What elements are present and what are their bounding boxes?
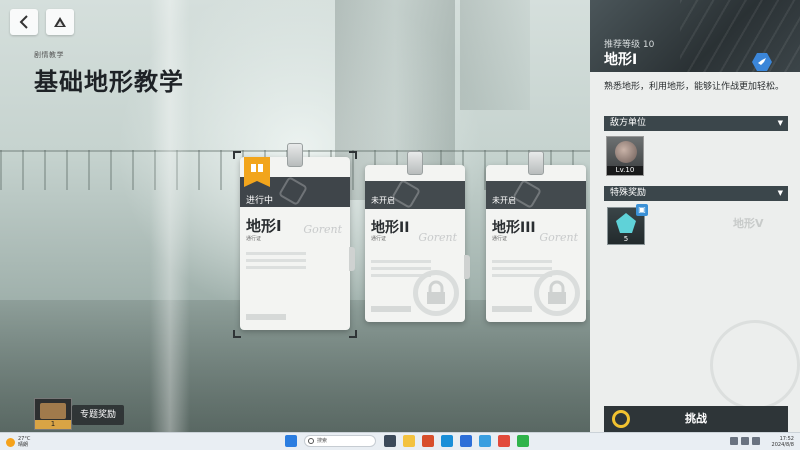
enemy-portrait [615,141,637,163]
special-reward-section-header[interactable]: 特殊奖励 ▼ [604,186,788,201]
topic-reward-item[interactable]: 1 [34,398,72,430]
selection-corner-bl [233,330,241,338]
lock-icon [413,270,459,316]
system-tray [727,437,760,445]
stage-detail-panel: 推荐等级 10 地形I 熟悉地形，利用地形，能够让作战更加轻松。 敌方单位 ▼ … [590,0,800,432]
back-button[interactable] [10,9,38,35]
office-icon[interactable] [422,435,434,447]
book-icon [251,164,263,172]
stage-card-2[interactable]: 未开启 地形II 通行证 Gorent [365,151,470,322]
stage-card-3[interactable]: 未开启 地形III 通行证 Gorent [486,151,586,322]
app-icon[interactable] [479,435,491,447]
home-button[interactable] [46,9,74,35]
ticket-icon [40,403,66,419]
clip-icon [528,151,544,175]
enemy-level: Lv.10 [607,166,643,175]
page-subtitle: 剧情教学 [34,51,64,59]
stage-description: 熟悉地形，利用地形，能够让作战更加轻松。 [604,82,785,92]
chevron-down-icon: ▼ [777,119,783,127]
clock-date: 2024/8/8 [771,442,794,448]
page-title: 基础地形教学 [34,68,184,96]
card-sub: 通行证 [492,236,508,242]
file-explorer-icon[interactable] [403,435,415,447]
clip-icon [287,143,303,167]
card-signature: Gorent [303,223,342,236]
stage-card-1[interactable]: 进行中 地形I 通行证 Gorent [240,143,355,330]
wifi-icon[interactable] [741,437,749,445]
store-icon[interactable] [460,435,472,447]
enemy-section-label: 敌方单位 [610,118,647,128]
ring-icon [612,410,630,428]
search-icon [308,438,314,444]
card-text-lines [246,252,306,272]
challenge-button[interactable]: 挑战 [604,406,788,432]
card-side-tab [464,255,470,279]
reward-quantity: 5 [623,235,629,243]
lock-icon [534,270,580,316]
challenge-label: 挑战 [685,412,707,425]
special-reward-label: 特殊奖励 [610,188,647,198]
card-sub: 通行证 [371,236,387,242]
chevron-left-icon [19,15,28,29]
reward-count: 1 [35,420,71,429]
search-label: 搜索 [317,438,328,444]
weather-desc: 晴朗 [18,442,29,448]
clock[interactable]: 17:52 2024/8/8 [772,436,794,448]
card-name: 地形III [492,220,536,236]
gift-icon: ▣ [636,204,648,216]
card-footer [492,306,532,312]
game-app-icon[interactable] [498,435,510,447]
ghost-stage-label: 地形V [733,217,764,230]
gem-icon [616,213,636,233]
weather-widget[interactable]: 27°C 晴朗 [6,436,30,448]
selection-corner-br [349,330,357,338]
card-sub: 通行证 [246,236,262,242]
start-icon[interactable] [285,435,297,447]
card-side-tab [349,247,355,271]
card-signature: Gorent [539,231,578,244]
triangle-home-icon [54,17,66,27]
stage-name: 地形I [604,52,638,68]
card-footer [371,306,411,312]
card-status: 未开启 [492,196,516,205]
card-name: 地形II [371,220,410,236]
enemy-section-header[interactable]: 敌方单位 ▼ [604,116,788,131]
header-art [680,0,800,72]
emblem-watermark [710,320,800,410]
card-status: 未开启 [371,196,395,205]
topic-reward-button[interactable]: 专题奖励 [72,405,125,425]
card-name: 地形I [246,217,282,235]
chevron-down-icon: ▼ [777,189,783,197]
special-reward-item[interactable]: 5 ▣ [607,204,648,245]
edge-icon[interactable] [441,435,453,447]
card-footer [246,314,286,320]
panel-header: 推荐等级 10 地形I [590,0,800,72]
clip-icon [407,151,423,175]
enemy-unit-card[interactable]: Lv.10 [606,136,644,176]
task-view-icon[interactable] [384,435,396,447]
wechat-icon[interactable] [517,435,529,447]
tray-icon[interactable] [730,437,738,445]
os-taskbar: 27°C 晴朗 搜索 17:52 2024/8/8 [0,432,800,450]
selection-corner-tr [349,151,357,159]
background-tower-secondary [460,0,530,110]
sun-icon [6,437,15,447]
volume-icon[interactable] [752,437,760,445]
card-status: 进行中 [246,196,274,206]
card-signature: Gorent [418,231,457,244]
taskbar-search[interactable]: 搜索 [304,435,376,447]
